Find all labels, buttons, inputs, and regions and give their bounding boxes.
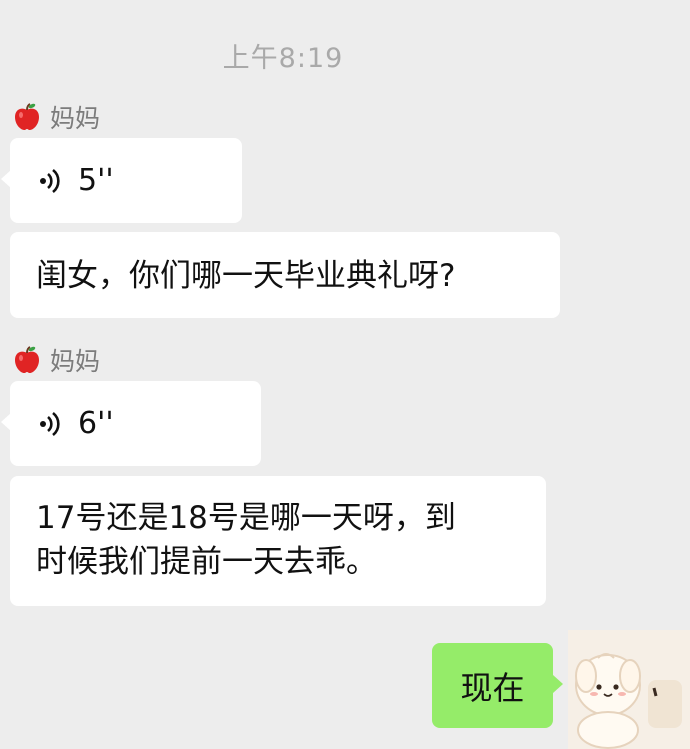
voice-wave-icon <box>40 411 60 436</box>
avatar-image[interactable] <box>568 630 690 749</box>
outgoing-message-text: 现在 <box>460 668 525 707</box>
sender-label: 妈妈 <box>12 100 100 134</box>
apple-icon <box>15 103 39 130</box>
text-message-bubble[interactable]: 17号还是18号是哪一天呀，到 时候我们提前一天去乖。 <box>10 476 546 606</box>
voice-duration: 5'' <box>78 163 114 198</box>
message-text-line: 时候我们提前一天去乖。 <box>36 544 377 580</box>
message-text: 闺女，你们哪一天毕业典礼呀? <box>36 258 456 294</box>
timestamp: 上午8:19 <box>222 43 344 74</box>
voice-message-bubble[interactable]: 5'' <box>1 138 242 223</box>
sender-label: 妈妈 <box>12 343 100 377</box>
apple-icon <box>15 346 39 373</box>
sender-name: 妈妈 <box>50 347 101 376</box>
sender-name: 妈妈 <box>50 104 101 133</box>
message-text-line: 17号还是18号是哪一天呀，到 <box>36 500 456 536</box>
outgoing-message-bubble[interactable]: 现在 <box>432 643 563 728</box>
voice-wave-icon <box>40 168 60 193</box>
text-message-bubble[interactable]: 闺女，你们哪一天毕业典礼呀? <box>10 232 560 318</box>
voice-duration: 6'' <box>78 406 114 441</box>
voice-message-bubble[interactable]: 6'' <box>1 381 261 466</box>
